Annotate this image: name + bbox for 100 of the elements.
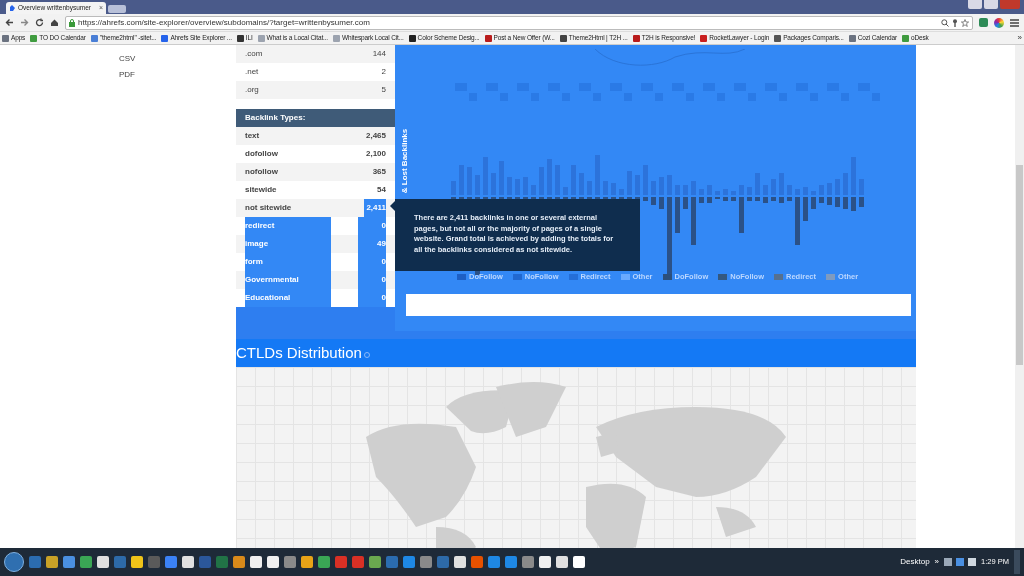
row-label: text (245, 130, 260, 142)
taskbar-icon[interactable] (250, 556, 262, 568)
bar (467, 167, 472, 195)
row-label: not sitewide (245, 202, 292, 214)
taskbar-icon[interactable] (165, 556, 177, 568)
taskbar-icon[interactable] (131, 556, 143, 568)
taskbar-icon[interactable] (335, 556, 347, 568)
taskbar-icon[interactable] (488, 556, 500, 568)
bar (707, 197, 712, 203)
bar (523, 177, 528, 195)
row-label: Educational (245, 289, 331, 307)
address-field[interactable]: https://ahrefs.com/site-explorer/overview/subdomains/?target=writtenbysumer.com (65, 15, 973, 30)
row-label: form (245, 253, 331, 271)
new-tab-button[interactable] (108, 5, 126, 13)
bar (827, 183, 832, 195)
bar (651, 181, 656, 195)
section-header: CTLDs Distribution (236, 339, 916, 367)
menu-icon[interactable] (1010, 18, 1019, 27)
bar (851, 197, 856, 211)
bar (739, 185, 744, 195)
bar (531, 185, 536, 195)
taskbar-icon[interactable] (284, 556, 296, 568)
axis-label: & Lost Backlinks (399, 128, 411, 194)
taskbar-icon[interactable] (369, 556, 381, 568)
bar (851, 157, 856, 195)
bar (747, 187, 752, 195)
bar (611, 183, 616, 195)
forward-icon[interactable] (20, 18, 29, 27)
export-link[interactable]: PDF (119, 69, 236, 81)
bar (579, 173, 584, 195)
bar (787, 197, 792, 201)
zoom-icon[interactable] (941, 18, 949, 27)
taskbar-icon[interactable] (233, 556, 245, 568)
bar (763, 185, 768, 195)
bar (603, 181, 608, 195)
more-bookmarks[interactable]: » (1017, 32, 1022, 44)
taskbar-icon[interactable] (386, 556, 398, 568)
desktop-toolbar[interactable]: Desktop (900, 556, 930, 568)
taskbar-icon[interactable] (114, 556, 126, 568)
bar (667, 175, 672, 195)
taskbar-icon[interactable] (29, 556, 41, 568)
taskbar-icon[interactable] (539, 556, 551, 568)
bar (483, 157, 488, 195)
row-value: 0 (358, 217, 386, 235)
taskbar-icon[interactable] (471, 556, 483, 568)
extension-icon[interactable] (979, 18, 988, 27)
taskbar-icon[interactable] (403, 556, 415, 568)
bar (819, 185, 824, 195)
bar (747, 197, 752, 201)
bar (571, 165, 576, 195)
bar (723, 197, 728, 201)
bar (803, 187, 808, 195)
taskbar-icon[interactable] (318, 556, 330, 568)
key-icon[interactable] (952, 18, 958, 27)
start-button[interactable] (4, 552, 24, 572)
bar (771, 179, 776, 195)
scrollbar[interactable] (1015, 45, 1024, 548)
bar (507, 177, 512, 195)
hand-icon (9, 4, 16, 12)
row-label: nofollow (245, 166, 278, 178)
reload-icon[interactable] (35, 18, 44, 27)
export-link[interactable]: CSV (119, 53, 236, 65)
taskbar-icon[interactable] (182, 556, 194, 568)
color-wheel-icon[interactable] (994, 17, 1004, 28)
toolbar-overflow[interactable]: » (934, 556, 940, 568)
bar (659, 177, 664, 195)
taskbar-icon[interactable] (505, 556, 517, 568)
bar (675, 185, 680, 195)
star-icon[interactable] (961, 18, 969, 27)
taskbar-icon[interactable] (454, 556, 466, 568)
taskbar-icon[interactable] (80, 556, 92, 568)
row-label: .org (245, 84, 259, 96)
bar (515, 179, 520, 195)
home-icon[interactable] (50, 18, 59, 27)
taskbar-icon[interactable] (216, 556, 228, 568)
taskbar-icon[interactable] (301, 556, 313, 568)
taskbar-icon[interactable] (46, 556, 58, 568)
url-text: https://ahrefs.com/site-explorer/overview/subdomains/?target=writtenbysumer.com (78, 16, 370, 29)
bar (587, 181, 592, 195)
back-icon[interactable] (5, 18, 14, 27)
bar (835, 197, 840, 207)
taskbar-icon[interactable] (556, 556, 568, 568)
taskbar-icon[interactable] (63, 556, 75, 568)
bar (683, 185, 688, 195)
taskbar-icon[interactable] (420, 556, 432, 568)
row-value: 0 (358, 271, 386, 289)
bar (755, 173, 760, 195)
taskbar-icon[interactable] (437, 556, 449, 568)
taskbar-icon[interactable] (573, 556, 585, 568)
taskbar-icon[interactable] (97, 556, 109, 568)
bar (707, 185, 712, 195)
bar (459, 165, 464, 195)
bar (651, 197, 656, 205)
taskbar-icon[interactable] (522, 556, 534, 568)
taskbar-icon[interactable] (352, 556, 364, 568)
row-label: Governmental (245, 271, 331, 289)
row-value: 0 (358, 289, 386, 307)
taskbar-icon[interactable] (267, 556, 279, 568)
row-value: 5 (381, 84, 386, 96)
lock-icon (69, 18, 75, 27)
